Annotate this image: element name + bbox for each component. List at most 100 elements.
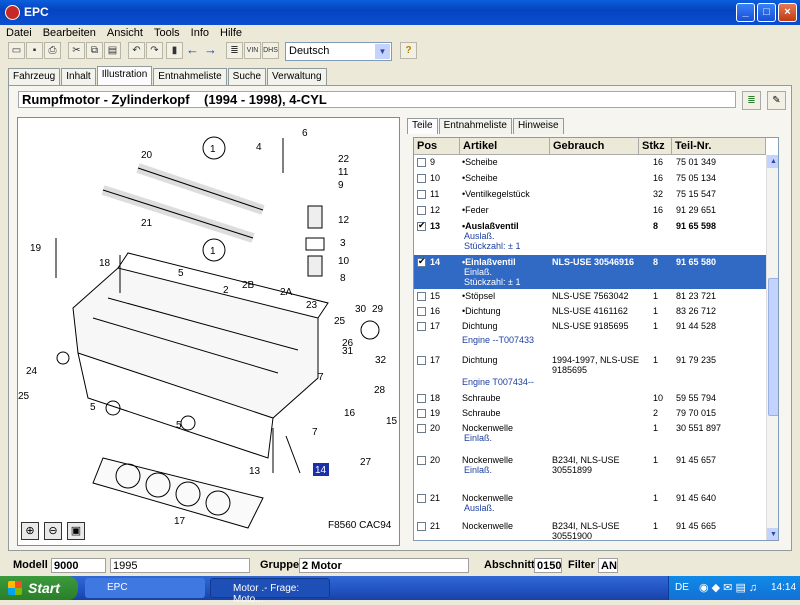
vin-button[interactable]: VIN [244, 42, 261, 59]
callout-14: 14 [315, 465, 327, 476]
menu-info[interactable]: Info [191, 27, 209, 39]
table-row[interactable]: 20 Nockenwelle 1 30 551 897 Einlaß. [414, 421, 766, 453]
row-checkbox[interactable] [417, 220, 426, 231]
help-icon[interactable]: ? [400, 42, 417, 59]
cell-gebrauch-2: 30551899 [552, 465, 593, 475]
vertical-scrollbar[interactable]: ▲ ▼ [766, 155, 778, 540]
row-checkbox[interactable] [417, 456, 426, 465]
row-checkbox[interactable] [417, 307, 426, 316]
cell-pos: 14 [430, 257, 441, 267]
table-row[interactable]: 16 •Dichtung NLS-USE 4161162 1 83 26 712 [414, 304, 766, 319]
col-pos[interactable]: Pos [414, 138, 460, 155]
table-row[interactable]: 17 Dichtung 1994-1997, NLS-USE 9185695 1 91 7… [414, 353, 766, 391]
dhs-button[interactable]: DHS [262, 42, 279, 59]
menu-datei[interactable]: Datei [6, 27, 32, 39]
print-icon[interactable]: ⎙ [44, 42, 61, 59]
col-stkz[interactable]: Stkz [639, 138, 672, 155]
row-checkbox[interactable] [417, 292, 426, 301]
parts-list-icon[interactable]: ≣ [226, 42, 243, 59]
close-button[interactable]: × [778, 3, 797, 22]
row-checkbox[interactable] [417, 174, 426, 183]
table-row[interactable]: 14 •Einlaßventil NLS-USE 30546916 8 91 65 58… [414, 255, 766, 289]
open-icon[interactable]: ▭ [8, 42, 25, 59]
col-teil-nr[interactable]: Teil-Nr. [672, 138, 766, 155]
col-gebrauch[interactable]: Gebrauch [550, 138, 639, 155]
row-checkbox[interactable] [417, 394, 426, 403]
row-checkbox[interactable] [417, 190, 426, 199]
callout-16: 16 [344, 408, 356, 419]
task-epc[interactable]: EPC [85, 578, 205, 598]
table-row[interactable]: 19 Schraube 2 79 70 015 [414, 406, 766, 421]
tab-verwaltung[interactable]: Verwaltung [267, 68, 327, 85]
table-row[interactable]: 21 Nockenwelle 1 91 45 640 Auslaß. [414, 491, 766, 519]
table-row[interactable]: 13 •Auslaßventil 8 91 65 598 Auslaß.Stückzah… [414, 219, 766, 255]
tab-suche[interactable]: Suche [227, 68, 267, 85]
fit-page-icon[interactable]: ▣ [67, 522, 85, 540]
illustration-panel[interactable]: 1 1 2 2A 2B 3 4 5 5 5 6 7 7 8 9 10 11 12… [17, 117, 400, 546]
scroll-up-icon[interactable]: ▲ [767, 155, 778, 168]
tab-parts-entnahmeliste[interactable]: Entnahmeliste [438, 118, 512, 134]
table-row[interactable]: 12 •Feder 16 91 29 651 [414, 203, 766, 219]
scroll-thumb[interactable] [768, 278, 778, 416]
table-row[interactable]: 9 •Scheibe 16 75 01 349 [414, 155, 766, 171]
paste-icon[interactable]: ▤ [104, 42, 121, 59]
table-row[interactable]: 21 Nockenwelle B234I, NLS-USE 30551900 1 91 4… [414, 519, 766, 540]
menu-tools[interactable]: Tools [154, 27, 180, 39]
table-row[interactable]: 17 Dichtung NLS-USE 9185695 1 91 44 528 Engin… [414, 319, 766, 353]
cut-icon[interactable]: ✂ [68, 42, 85, 59]
modell-value: 9000 [51, 558, 106, 573]
tab-hinweise[interactable]: Hinweise [512, 118, 564, 134]
row-checkbox[interactable] [417, 494, 426, 503]
mark-icon[interactable]: ▮ [166, 42, 183, 59]
back-arrow-icon[interactable]: ← [184, 42, 201, 59]
row-checkbox[interactable] [417, 356, 426, 365]
menu-hilfe[interactable]: Hilfe [220, 27, 242, 39]
callout-28: 28 [374, 385, 386, 396]
table-row[interactable]: 10 •Scheibe 16 75 05 134 [414, 171, 766, 187]
tab-teile[interactable]: Teile [407, 118, 438, 134]
forward-arrow-icon[interactable]: → [202, 42, 219, 59]
zoom-out-icon[interactable]: ⊖ [44, 522, 62, 540]
undo-icon[interactable]: ↶ [128, 42, 145, 59]
redo-icon[interactable]: ↷ [146, 42, 163, 59]
callout-32: 32 [375, 355, 387, 366]
menu-ansicht[interactable]: Ansicht [107, 27, 143, 39]
chevron-down-icon[interactable]: ▼ [375, 44, 390, 59]
copy-icon[interactable]: ⧉ [86, 42, 103, 59]
title-bar: EPC _ □ × [0, 0, 800, 25]
maximize-button[interactable]: □ [757, 3, 776, 22]
save-icon[interactable]: ▪ [26, 42, 43, 59]
row-checkbox[interactable] [417, 322, 426, 331]
start-button[interactable]: Start [0, 576, 78, 600]
row-checkbox[interactable] [417, 158, 426, 167]
cell-teil-nr: 30 551 897 [676, 423, 722, 433]
cell-teil-nr: 75 15 547 [676, 189, 717, 199]
tab-fahrzeug[interactable]: Fahrzeug [8, 68, 61, 85]
table-row[interactable]: 18 Schraube 10 59 55 794 [414, 391, 766, 406]
tab-inhalt[interactable]: Inhalt [61, 68, 96, 85]
row-checkbox[interactable] [417, 409, 426, 418]
toolbar: ▭ ▪ ⎙ ✂ ⧉ ▤ ↶ ↷ ▮ ← → ≣ VIN DHS ? [0, 41, 800, 63]
scroll-down-icon[interactable]: ▼ [767, 528, 778, 540]
add-to-list-icon[interactable]: ≣ [742, 91, 761, 110]
language-select[interactable]: Deutsch ▼ [285, 42, 392, 61]
table-row[interactable]: 11 •Ventilkegelstück 32 75 15 547 [414, 187, 766, 203]
tray-icons[interactable]: ◉ ◆ ✉ ▤ ♫ [699, 581, 757, 594]
row-checkbox[interactable] [417, 424, 426, 433]
table-row[interactable]: 20 Nockenwelle B234I, NLS-USE 30551899 1 91 4… [414, 453, 766, 491]
row-checkbox[interactable] [417, 206, 426, 215]
tab-entnahmeliste[interactable]: Entnahmeliste [153, 68, 227, 85]
zoom-in-icon[interactable]: ⊕ [21, 522, 39, 540]
cell-pos: 21 [430, 493, 441, 503]
table-row[interactable]: 15 •Stöpsel NLS-USE 7563042 1 81 23 721 [414, 289, 766, 304]
language-indicator[interactable]: DE [675, 582, 689, 593]
minimize-button[interactable]: _ [736, 3, 755, 22]
task-browser[interactable]: Motor .- Frage: Moto... [210, 578, 330, 605]
tab-illustration[interactable]: Illustration [96, 66, 153, 85]
row-checkbox[interactable] [417, 522, 426, 531]
row-checkbox[interactable] [417, 256, 426, 267]
edit-icon[interactable]: ✎ [767, 91, 786, 110]
col-artikel[interactable]: Artikel [460, 138, 550, 155]
main-tabs: Fahrzeug Inhalt Illustration Entnahmelis… [8, 66, 328, 85]
menu-bearbeiten[interactable]: Bearbeiten [43, 27, 96, 39]
